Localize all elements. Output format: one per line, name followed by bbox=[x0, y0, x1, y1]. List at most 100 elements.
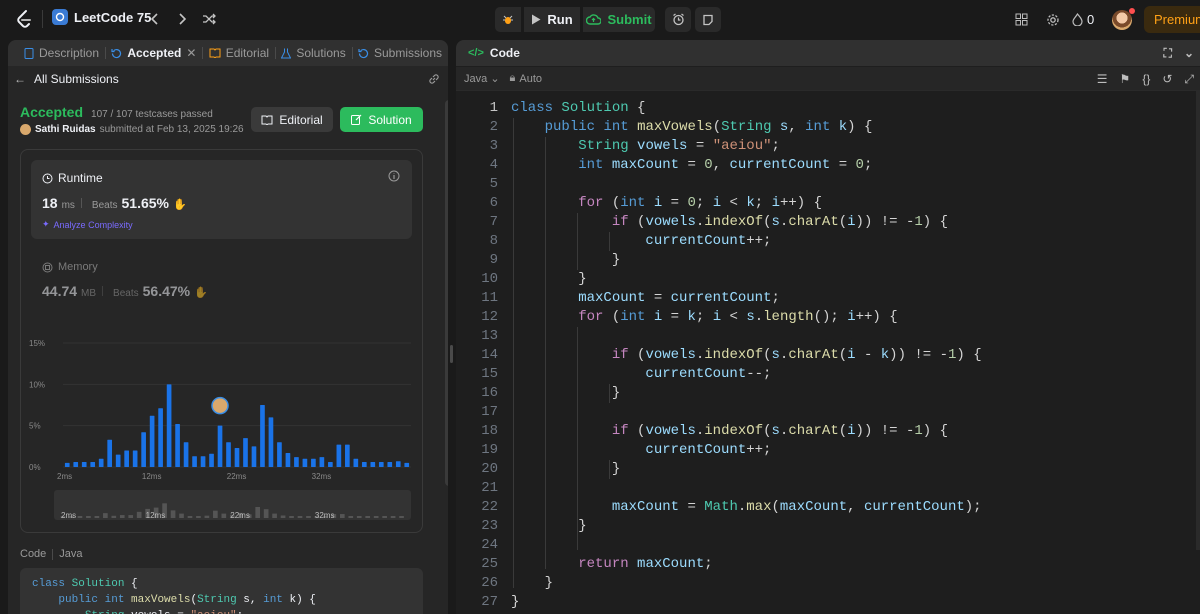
chart-bar bbox=[378, 462, 384, 467]
user-avatar[interactable] bbox=[1112, 7, 1135, 30]
info-icon[interactable] bbox=[388, 170, 400, 185]
chart-bar bbox=[302, 458, 308, 467]
user-area: 0 Premium bbox=[1008, 6, 1200, 33]
submitted-code-preview[interactable]: class Solution { public int maxVowels(St… bbox=[20, 568, 423, 614]
line-text: maxCount = Math.max(maxCount, currentCou… bbox=[611, 498, 982, 515]
memory-beats: 56.47% bbox=[142, 283, 191, 299]
y-tick-label: 5% bbox=[29, 422, 41, 431]
mini-chart-bar bbox=[77, 516, 83, 518]
chart-bar bbox=[251, 446, 257, 467]
chart-bar bbox=[370, 462, 376, 467]
code-line: 6 for (int i = 0; i < k; i++) { bbox=[456, 193, 822, 212]
leetcode-logo-icon[interactable] bbox=[14, 9, 34, 29]
line-number: 20 bbox=[481, 460, 498, 477]
line-number: 17 bbox=[481, 403, 498, 420]
lock-icon: 🔒︎ bbox=[509, 72, 516, 84]
chart-bar bbox=[149, 415, 155, 467]
mini-chart-bar bbox=[221, 513, 227, 518]
share-link-icon[interactable] bbox=[428, 73, 440, 85]
bookmark-icon[interactable]: ⚑ bbox=[1120, 72, 1131, 87]
run-label: Run bbox=[547, 12, 573, 27]
line-number: 2 bbox=[489, 118, 498, 135]
timer-button[interactable] bbox=[665, 7, 691, 32]
username[interactable]: Sathi Ruidas bbox=[35, 124, 96, 135]
chart-bar bbox=[361, 462, 367, 467]
maximize-icon[interactable]: ⛶ bbox=[1164, 46, 1172, 61]
code-line: 20 } bbox=[456, 459, 620, 478]
next-problem-icon[interactable] bbox=[173, 10, 191, 28]
runtime-card[interactable]: Runtime 18 ms Beats 51.65% ✋ ✦ Analyze C… bbox=[31, 160, 412, 239]
solution-button[interactable]: Solution bbox=[340, 107, 423, 132]
shuffle-icon[interactable] bbox=[200, 10, 218, 28]
submitter-info: Sathi Ruidas submitted at Feb 13, 2025 1… bbox=[20, 124, 244, 135]
line-number: 25 bbox=[481, 555, 498, 572]
braces-icon[interactable]: {} bbox=[1142, 72, 1150, 87]
line-number: 11 bbox=[481, 289, 498, 306]
back-arrow-icon[interactable]: ← bbox=[14, 72, 26, 86]
code-line: 3 String vowels = "aeiou"; bbox=[456, 136, 780, 155]
debug-button[interactable] bbox=[495, 7, 521, 32]
code-section-label: Code Java bbox=[20, 548, 83, 560]
notification-dot bbox=[1129, 7, 1135, 14]
memory-title[interactable]: Memory bbox=[42, 261, 98, 273]
panel-tools: ⛶ ⌄ bbox=[1164, 46, 1194, 61]
notes-button[interactable] bbox=[695, 7, 721, 32]
runtime-beats: 51.65% bbox=[121, 195, 169, 211]
prev-problem-icon[interactable] bbox=[146, 10, 164, 28]
chart-bar bbox=[192, 456, 197, 467]
line-number: 3 bbox=[489, 137, 498, 154]
tab-solutions[interactable]: Solutions bbox=[275, 40, 351, 66]
run-button[interactable]: Run bbox=[524, 7, 580, 32]
code-line: 18 if (vowels.indexOf(s.charAt(i)) != -1… bbox=[456, 421, 948, 440]
preview-line: String vowels = "aeiou"; bbox=[32, 608, 411, 614]
panel-resize-handle[interactable] bbox=[450, 345, 453, 363]
reset-icon[interactable]: ↺ bbox=[1162, 72, 1172, 87]
editorial-button[interactable]: Editorial bbox=[251, 107, 333, 132]
code-line: 25 return maxCount; bbox=[456, 554, 712, 573]
format-icon[interactable]: ☰ bbox=[1097, 72, 1108, 87]
analyze-complexity-link[interactable]: ✦ Analyze Complexity bbox=[42, 219, 133, 230]
premium-button[interactable]: Premium bbox=[1144, 6, 1200, 33]
solution-button-label: Solution bbox=[368, 112, 412, 127]
mini-chart-bar bbox=[170, 510, 176, 518]
runtime-distribution-chart[interactable]: 15% 10% 5% 0% 2ms 12ms 22ms 32ms 2ms 12ms 22ms 32ms bbox=[21, 330, 424, 530]
code-editor[interactable]: 1 class Solution { 2 public int maxVowels… bbox=[456, 98, 1200, 614]
tab-editorial[interactable]: Editorial bbox=[203, 40, 275, 66]
chart-bar bbox=[115, 454, 121, 467]
code-line: 15 currentCount--; bbox=[456, 364, 771, 383]
study-plan-link[interactable]: LeetCode 75 bbox=[52, 9, 151, 25]
left-panel: Description Accepted ✕ Editorial Solutio… bbox=[8, 40, 448, 614]
expand-icon[interactable]: ⤢ bbox=[1184, 72, 1194, 87]
mini-chart-bar bbox=[119, 515, 125, 518]
runtime-title-label: Runtime bbox=[58, 171, 103, 185]
language-select[interactable]: Java ⌄ bbox=[464, 72, 500, 85]
all-submissions-link[interactable]: All Submissions bbox=[34, 72, 119, 86]
avatar[interactable] bbox=[20, 124, 31, 135]
layout-grid-icon[interactable] bbox=[1008, 7, 1034, 33]
chart-bar bbox=[124, 450, 129, 467]
premium-label: Premium bbox=[1154, 12, 1200, 27]
chart-bar bbox=[311, 458, 316, 467]
submit-button[interactable]: Submit bbox=[583, 7, 655, 32]
editor-scrollbar[interactable] bbox=[1196, 90, 1200, 550]
tab-submissions[interactable]: Submissions bbox=[352, 40, 448, 66]
edit-icon bbox=[351, 114, 362, 125]
streak-counter[interactable]: 0 bbox=[1072, 12, 1104, 27]
close-tab-icon[interactable]: ✕ bbox=[186, 46, 196, 60]
line-number: 13 bbox=[481, 327, 498, 344]
code-line: 10 } bbox=[456, 269, 586, 288]
submission-header: ← All Submissions bbox=[8, 68, 448, 90]
collapse-icon[interactable]: ⌄ bbox=[1184, 46, 1194, 61]
settings-gear-icon[interactable] bbox=[1040, 7, 1066, 33]
mini-x-tick-label: 2ms bbox=[61, 511, 76, 520]
tab-accepted[interactable]: Accepted ✕ bbox=[105, 40, 202, 66]
chart-bar bbox=[132, 450, 138, 467]
tab-description[interactable]: Description bbox=[18, 40, 105, 66]
mini-chart-bar bbox=[86, 516, 91, 518]
code-line: 5 bbox=[456, 174, 498, 193]
mini-chart-bar bbox=[373, 516, 379, 518]
auto-mode-label[interactable]: Auto bbox=[519, 73, 542, 85]
left-panel-scrollbar[interactable] bbox=[445, 100, 448, 486]
chart-bar bbox=[73, 462, 79, 467]
clap-icon: ✋ bbox=[172, 199, 187, 211]
